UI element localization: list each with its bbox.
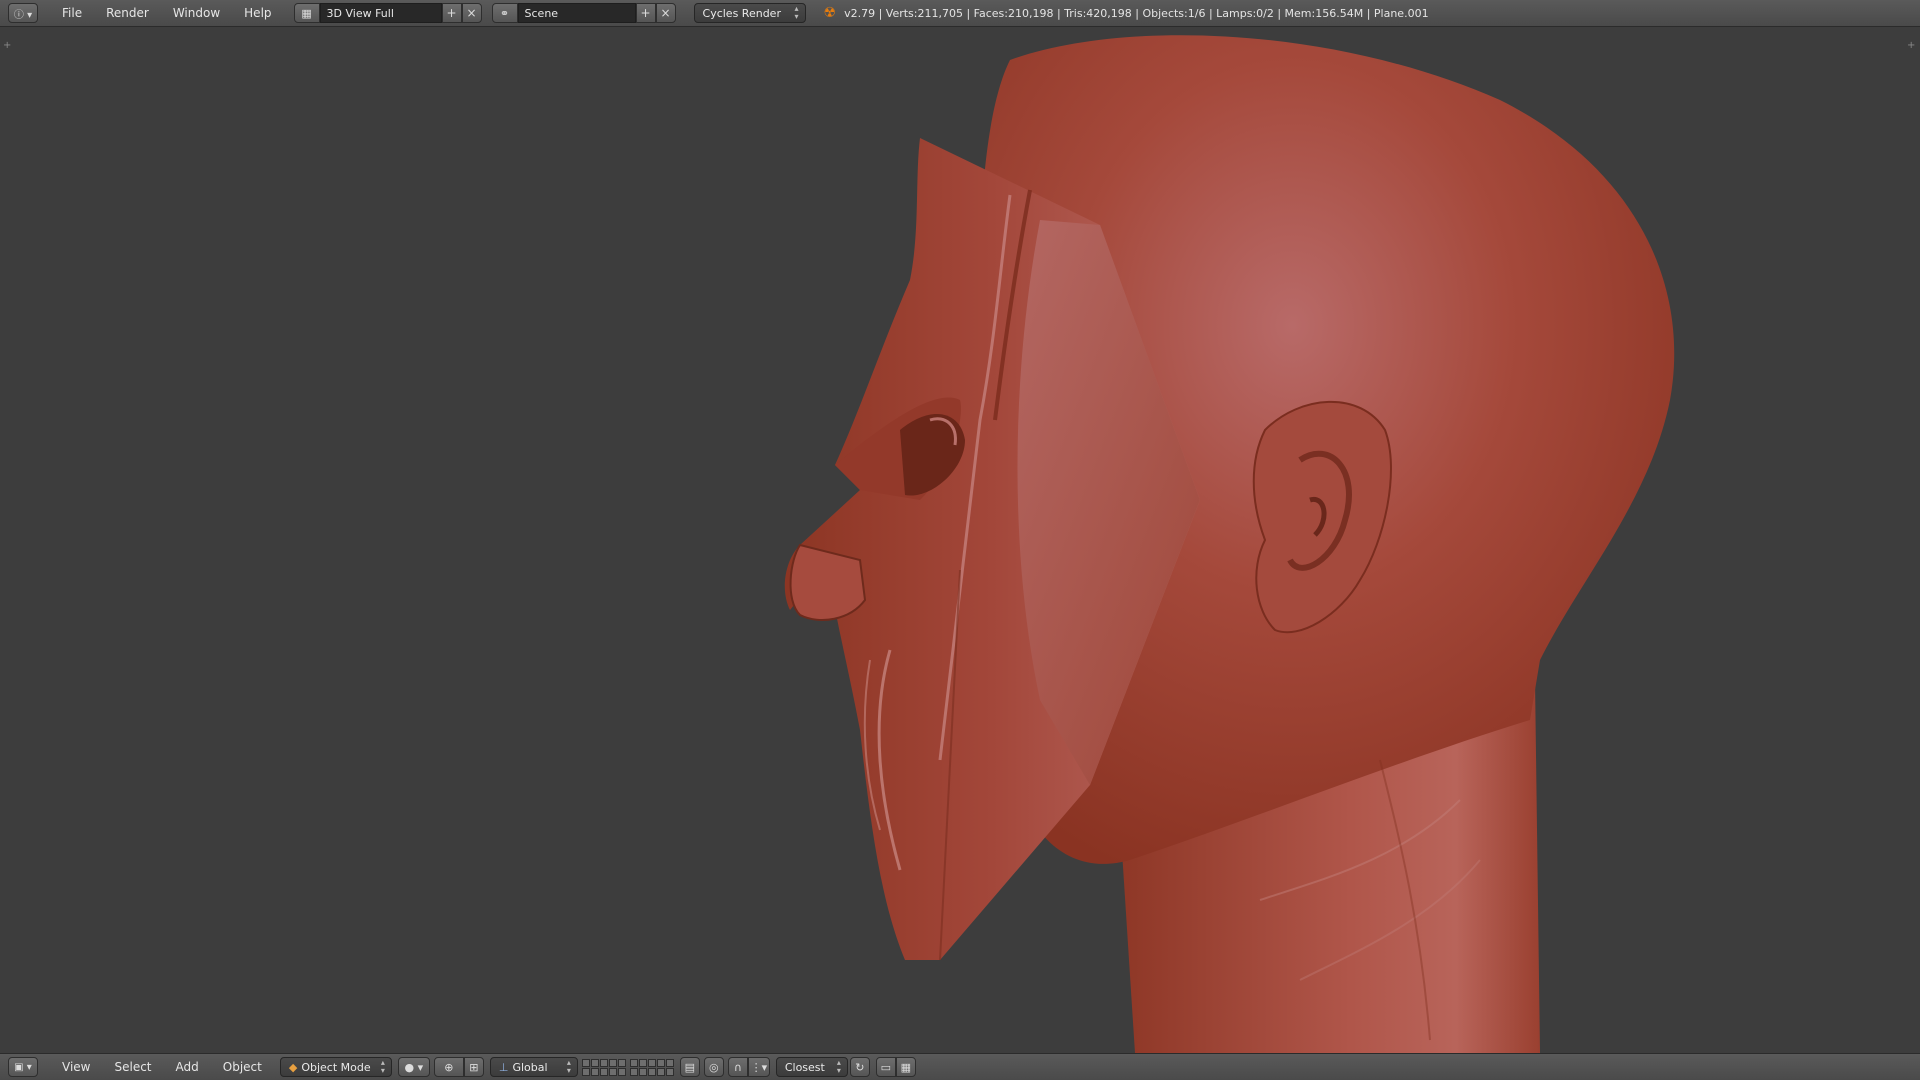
snap-toggle[interactable]: ∩	[727, 1057, 748, 1077]
editor-type-info-button[interactable]: ⓘ ▾	[8, 3, 38, 23]
render-engine-label: Cycles Render	[702, 6, 781, 20]
sculpted-head-model[interactable]	[0, 27, 1920, 1053]
remove-scene-button[interactable]: ×	[655, 3, 676, 23]
pivot-point-button[interactable]: ⊕	[433, 1057, 464, 1077]
snap-element-icon: ⋮▾	[750, 1060, 768, 1074]
menu-window[interactable]: Window	[161, 6, 232, 20]
layer-8[interactable]	[647, 1058, 656, 1067]
scene-layers-group-1[interactable]	[581, 1058, 626, 1076]
magnet-icon: ∩	[733, 1060, 742, 1074]
scene-layers-group-2[interactable]	[629, 1058, 674, 1076]
interaction-mode-label: Object Mode	[301, 1060, 371, 1074]
render-engine-dropdown[interactable]: Cycles Render ▴ ▾	[693, 3, 806, 23]
lock-icon: ▤	[684, 1060, 696, 1074]
blender-logo-icon: ☢	[823, 5, 837, 21]
3d-view-icon: ▣ ▾	[14, 1061, 32, 1073]
transform-orientation-dropdown[interactable]: ⊥ Global ▴ ▾	[489, 1057, 578, 1077]
screen-layout-field[interactable]	[319, 3, 442, 23]
layer-17[interactable]	[638, 1067, 647, 1076]
3d-viewport[interactable]: + +	[0, 27, 1920, 1053]
layer-11[interactable]	[581, 1067, 590, 1076]
layer-19[interactable]	[656, 1067, 665, 1076]
add-screen-button[interactable]: +	[441, 3, 462, 23]
info-icon: ⓘ ▾	[13, 9, 33, 21]
lock-camera-layers-button[interactable]: ▤	[679, 1057, 700, 1077]
layer-16[interactable]	[629, 1067, 638, 1076]
add-scene-button[interactable]: +	[635, 3, 656, 23]
remove-screen-button[interactable]: ×	[461, 3, 482, 23]
snap-target-dropdown[interactable]: Closest ▴ ▾	[775, 1057, 848, 1077]
screen-layout-selector: ▦ + ×	[293, 3, 482, 23]
opengl-render-animation-button[interactable]: ▦	[895, 1057, 916, 1077]
updown-arrows-icon: ▴ ▾	[794, 4, 799, 21]
menu-view[interactable]: View	[50, 1060, 102, 1074]
viewport-shading-button[interactable]: ● ▾	[397, 1057, 430, 1077]
proportional-edit-icon: ◎	[709, 1060, 719, 1074]
close-icon: ×	[660, 6, 671, 20]
menu-select[interactable]: Select	[102, 1060, 163, 1074]
layer-1[interactable]	[581, 1058, 590, 1067]
plus-icon: +	[446, 6, 457, 20]
layer-14[interactable]	[608, 1067, 617, 1076]
menu-file[interactable]: File	[50, 6, 94, 20]
layer-2[interactable]	[590, 1058, 599, 1067]
screen-layout-icon[interactable]: ▦	[293, 3, 320, 23]
editor-type-3dview-button[interactable]: ▣ ▾	[8, 1057, 38, 1077]
updown-arrows-icon: ▴ ▾	[380, 1058, 385, 1075]
clapper-icon: ▦	[900, 1060, 912, 1074]
layer-10[interactable]	[665, 1058, 674, 1067]
proportional-editing-button[interactable]: ◎	[703, 1057, 724, 1077]
updown-arrows-icon: ▴ ▾	[566, 1058, 571, 1075]
layer-9[interactable]	[656, 1058, 665, 1067]
menu-help[interactable]: Help	[232, 6, 283, 20]
layer-12[interactable]	[590, 1067, 599, 1076]
layer-5[interactable]	[617, 1058, 626, 1067]
object-mode-icon: ◆	[288, 1060, 298, 1074]
pivot-icon: ⊕	[444, 1060, 454, 1074]
updown-arrows-icon: ▴ ▾	[836, 1058, 841, 1075]
scene-icon[interactable]: ⚭	[491, 3, 518, 23]
layer-15[interactable]	[617, 1067, 626, 1076]
scene-field[interactable]	[517, 3, 636, 23]
solid-shading-icon: ● ▾	[404, 1060, 424, 1074]
close-icon: ×	[466, 6, 477, 20]
3d-view-header: ▣ ▾ View Select Add Object ◆ Object Mode…	[0, 1053, 1920, 1080]
snap-element-dropdown[interactable]: ⋮▾	[747, 1057, 770, 1077]
menu-object[interactable]: Object	[211, 1060, 274, 1074]
menu-render[interactable]: Render	[94, 6, 161, 20]
stats-text: v2.79 | Verts:211,705 | Faces:210,198 | …	[844, 6, 1429, 20]
camera-icon: ▭	[880, 1060, 892, 1074]
manipulator-icon: ⊞	[469, 1060, 479, 1074]
layer-3[interactable]	[599, 1058, 608, 1067]
layer-7[interactable]	[638, 1058, 647, 1067]
snap-target-label: Closest	[784, 1060, 825, 1074]
menu-add[interactable]: Add	[164, 1060, 211, 1074]
plus-icon: +	[640, 6, 651, 20]
scene-statistics: ☢ v2.79 | Verts:211,705 | Faces:210,198 …	[824, 5, 1429, 21]
snap-rotation-button[interactable]: ↻	[849, 1057, 870, 1077]
opengl-render-image-button[interactable]: ▭	[875, 1057, 896, 1077]
layer-20[interactable]	[665, 1067, 674, 1076]
orientation-icon: ⊥	[498, 1060, 509, 1074]
layer-6[interactable]	[629, 1058, 638, 1067]
scene-selector: ⚭ + ×	[491, 3, 676, 23]
info-header: ⓘ ▾ File Render Window Help ▦ + × ⚭ + × …	[0, 0, 1920, 27]
layer-18[interactable]	[647, 1067, 656, 1076]
layer-13[interactable]	[599, 1067, 608, 1076]
rotate-icon: ↻	[855, 1060, 865, 1074]
manipulator-toggle[interactable]: ⊞	[463, 1057, 484, 1077]
transform-orientation-label: Global	[512, 1060, 548, 1074]
interaction-mode-dropdown[interactable]: ◆ Object Mode ▴ ▾	[279, 1057, 392, 1077]
layer-4[interactable]	[608, 1058, 617, 1067]
